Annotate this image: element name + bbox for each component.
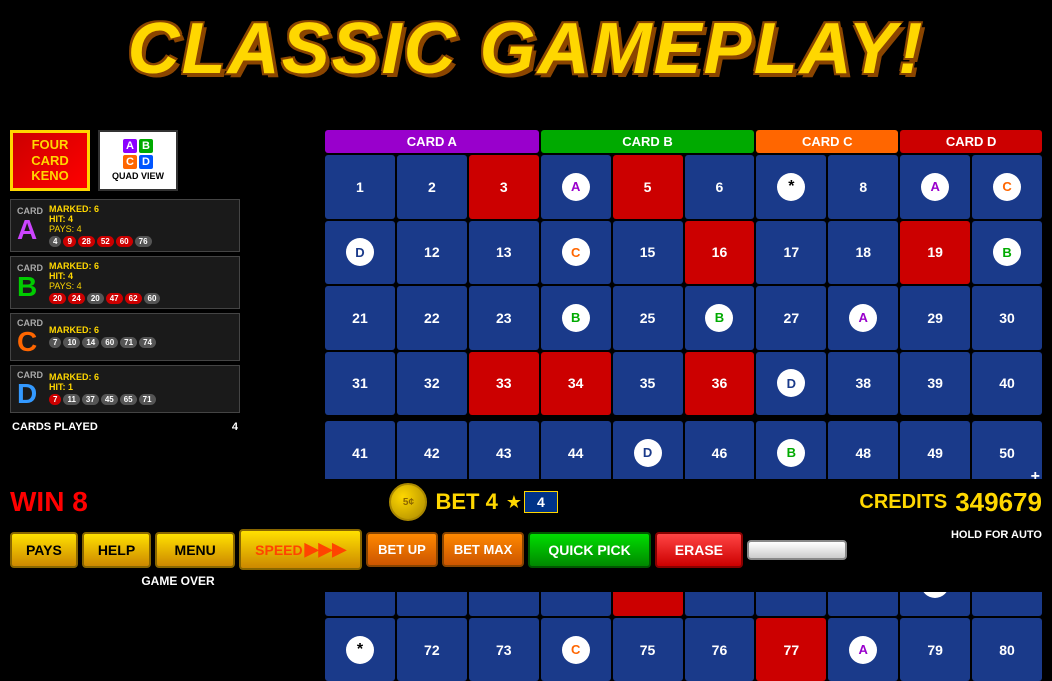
keno-cell[interactable]: 72: [397, 618, 467, 681]
credits-label: CREDITS: [859, 491, 947, 514]
keno-cell[interactable]: B: [756, 421, 826, 485]
keno-cell[interactable]: C: [541, 221, 611, 285]
menu-button[interactable]: MENU: [155, 532, 235, 568]
card-a-info: CARD A MARKED: 6 HIT: 4 PAYS: 4 4 9 28 5…: [10, 199, 240, 252]
keno-cell[interactable]: A: [900, 155, 970, 219]
win-credits-row: WIN 8 5¢ BET 4 ★ 4 CREDITS 349679: [0, 479, 1052, 525]
keno-cell[interactable]: C: [972, 155, 1042, 219]
keno-cell[interactable]: 31: [325, 352, 395, 416]
credits-row: CREDITS 349679: [859, 487, 1042, 518]
keno-cell[interactable]: 12: [397, 221, 467, 285]
win-display: WIN 8: [10, 486, 88, 518]
keno-cell[interactable]: 79: [900, 618, 970, 681]
bet-stars: ★ 4: [506, 491, 558, 513]
bottom-bar: WIN 8 5¢ BET 4 ★ 4 CREDITS 349679 PAYS H…: [0, 479, 1052, 592]
keno-cell[interactable]: 49: [900, 421, 970, 485]
game-logo: FOUR CARD KENO: [10, 130, 90, 191]
keno-cell[interactable]: 39: [900, 352, 970, 416]
logo-area: FOUR CARD KENO A B C D QUAD VIEW: [10, 130, 240, 191]
keno-cell[interactable]: 32: [397, 352, 467, 416]
speed-button[interactable]: SPEED ▶▶▶: [239, 529, 362, 570]
bet-max-button[interactable]: BET MAX: [442, 532, 525, 567]
keno-cell[interactable]: 30: [972, 286, 1042, 350]
keno-cell[interactable]: 23: [469, 286, 539, 350]
cards-played-row: CARDS PLAYED 4: [10, 417, 240, 437]
keno-cell[interactable]: B: [685, 286, 755, 350]
keno-cell[interactable]: D: [613, 421, 683, 485]
keno-cell[interactable]: 17: [756, 221, 826, 285]
keno-cell[interactable]: *: [325, 618, 395, 681]
header-card-a: CARD A: [325, 130, 539, 153]
keno-cell[interactable]: 75: [613, 618, 683, 681]
keno-cell[interactable]: 6: [685, 155, 755, 219]
coin-icon: 5¢: [389, 483, 427, 521]
quick-pick-button[interactable]: QUICK PICK: [528, 532, 650, 568]
card-b-info: CARD B MARKED: 6 HIT: 4 PAYS: 4 20 24 20…: [10, 256, 240, 309]
keno-cell[interactable]: *: [756, 155, 826, 219]
keno-cell[interactable]: 41: [325, 421, 395, 485]
keno-cell[interactable]: 16: [685, 221, 755, 285]
keno-cell[interactable]: 73: [469, 618, 539, 681]
keno-cell[interactable]: 38: [828, 352, 898, 416]
keno-cell[interactable]: 22: [397, 286, 467, 350]
hold-auto-button[interactable]: [747, 540, 847, 560]
keno-cell[interactable]: A: [541, 155, 611, 219]
bet-display: BET 4: [435, 489, 497, 515]
keno-cell[interactable]: 80: [972, 618, 1042, 681]
keno-grid-top: 123A56*8ACD1213C1516171819B212223B25B27A…: [325, 155, 1042, 415]
keno-cell[interactable]: 35: [613, 352, 683, 416]
keno-cell[interactable]: 34: [541, 352, 611, 416]
keno-cell[interactable]: 40: [972, 352, 1042, 416]
keno-cell[interactable]: 42: [397, 421, 467, 485]
keno-cell[interactable]: 18: [828, 221, 898, 285]
keno-cell[interactable]: 44: [541, 421, 611, 485]
header-card-c: CARD C: [756, 130, 898, 153]
bet-bar: 4: [524, 491, 558, 513]
keno-cell[interactable]: B: [972, 221, 1042, 285]
keno-cell[interactable]: 27: [756, 286, 826, 350]
card-d-info: CARD D MARKED: 6 HIT: 1 7 11 37 45 65 71: [10, 365, 240, 413]
keno-cell[interactable]: 1: [325, 155, 395, 219]
erase-button[interactable]: ERASE: [655, 532, 743, 568]
card-c-info: CARD C MARKED: 6 7 10 14 60 71 74: [10, 313, 240, 361]
keno-cell[interactable]: 5: [613, 155, 683, 219]
keno-cell[interactable]: 2: [397, 155, 467, 219]
coin-area: 5¢ BET 4 ★ 4: [389, 483, 557, 521]
keno-cell[interactable]: 76: [685, 618, 755, 681]
keno-cell[interactable]: 19: [900, 221, 970, 285]
game-over-label: GAME OVER: [138, 574, 218, 588]
keno-cell[interactable]: 3: [469, 155, 539, 219]
keno-board: CARD A CARD B CARD C CARD D 123A56*8ACD1…: [325, 130, 1042, 681]
keno-cell[interactable]: B: [541, 286, 611, 350]
keno-cell[interactable]: 43: [469, 421, 539, 485]
keno-cell[interactable]: 21: [325, 286, 395, 350]
keno-cell[interactable]: D: [756, 352, 826, 416]
keno-cell[interactable]: 13: [469, 221, 539, 285]
keno-cell[interactable]: A: [828, 618, 898, 681]
keno-cell[interactable]: A: [828, 286, 898, 350]
bet-up-button[interactable]: BET UP: [366, 532, 438, 567]
keno-cell[interactable]: 8: [828, 155, 898, 219]
keno-cell[interactable]: 15: [613, 221, 683, 285]
help-button[interactable]: HELP: [82, 532, 151, 568]
keno-cell[interactable]: 46: [685, 421, 755, 485]
pays-button[interactable]: PAYS: [10, 532, 78, 568]
keno-cell[interactable]: 48: [828, 421, 898, 485]
keno-cell[interactable]: 77: [756, 618, 826, 681]
header-card-b: CARD B: [541, 130, 755, 153]
keno-cell[interactable]: D: [325, 221, 395, 285]
keno-cell[interactable]: C: [541, 618, 611, 681]
left-panel: FOUR CARD KENO A B C D QUAD VIEW CARD A …: [10, 130, 240, 437]
card-headers: CARD A CARD B CARD C CARD D: [325, 130, 1042, 153]
keno-cell[interactable]: 29: [900, 286, 970, 350]
page-title: CLASSIC GAMEPLAY!: [0, 0, 1052, 90]
buttons-row: PAYS HELP MENU SPEED ▶▶▶ BET UP BET MAX …: [0, 525, 941, 574]
keno-cell[interactable]: 33: [469, 352, 539, 416]
header-card-d: CARD D: [900, 130, 1042, 153]
keno-cell[interactable]: 25: [613, 286, 683, 350]
credits-value: 349679: [955, 487, 1042, 518]
quad-view-logo[interactable]: A B C D QUAD VIEW: [98, 130, 178, 191]
hold-auto-label: HOLD FOR AUTO: [941, 525, 1052, 545]
keno-cell[interactable]: 36: [685, 352, 755, 416]
